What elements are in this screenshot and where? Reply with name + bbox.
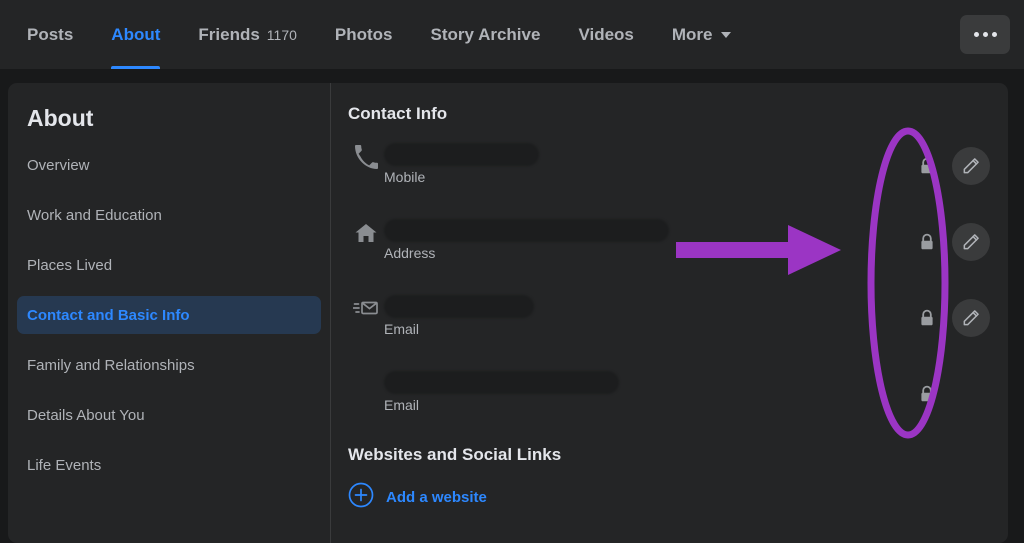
sidebar-title: About (27, 105, 94, 131)
tab-label: Posts (27, 24, 74, 44)
plus-circle-icon (348, 482, 374, 513)
contact-info-panel: Contact Info Mobile Address Email Email … (331, 83, 1008, 543)
redacted-value (384, 295, 534, 318)
sidebar-item-life-events[interactable]: Life Events (17, 446, 321, 484)
tab-story-archive[interactable]: Story Archive (412, 0, 560, 69)
sidebar-item-label: Overview (27, 156, 90, 174)
sidebar-item-label: Family and Relationships (27, 356, 195, 374)
contact-row-label: Email (384, 321, 420, 337)
lock-icon (918, 309, 936, 327)
tab-label: Videos (578, 24, 634, 44)
contact-row-email-2: Email (348, 369, 1008, 431)
edit-mobile-button[interactable] (952, 147, 990, 185)
lock-icon (918, 385, 936, 403)
sidebar-item-details-about-you[interactable]: Details About You (17, 396, 321, 434)
more-options-button[interactable] (960, 15, 1010, 54)
contact-value-email-2: Email (384, 369, 1008, 413)
sidebar-item-places-lived[interactable]: Places Lived (17, 246, 321, 284)
tab-videos[interactable]: Videos (559, 0, 652, 69)
contact-row-actions (918, 299, 990, 337)
contact-row-actions (918, 223, 990, 261)
ellipsis-icon (991, 32, 997, 37)
friends-count: 1170 (266, 26, 297, 43)
ellipsis-icon (973, 32, 979, 37)
home-icon (348, 217, 384, 245)
contact-row-label: Email (384, 397, 420, 413)
chevron-down-icon (720, 31, 731, 38)
contact-row-address: Address (348, 217, 1008, 293)
sidebar-item-label: Places Lived (27, 256, 113, 274)
contact-value-email-1: Email (384, 293, 1008, 337)
about-sidebar: About Overview Work and Education Places… (8, 83, 331, 543)
sidebar-item-label: Life Events (27, 456, 102, 474)
sidebar-item-overview[interactable]: Overview (17, 146, 321, 184)
contact-value-mobile: Mobile (384, 141, 1008, 185)
redacted-value (384, 143, 539, 166)
no-icon-placeholder (348, 369, 384, 373)
tab-about[interactable]: About (92, 0, 179, 69)
phone-icon (348, 141, 384, 169)
add-website-label: Add a website (386, 489, 487, 506)
contact-row-label: Address (384, 245, 436, 261)
tab-label: Friends (198, 24, 260, 44)
sidebar-item-family-and-relationships[interactable]: Family and Relationships (17, 346, 321, 384)
contact-row-mobile: Mobile (348, 141, 1008, 217)
sidebar-item-work-and-education[interactable]: Work and Education (17, 196, 321, 234)
lock-icon (918, 157, 936, 175)
tab-photos[interactable]: Photos (316, 0, 412, 69)
about-card: About Overview Work and Education Places… (8, 83, 1008, 543)
email-send-icon (348, 293, 384, 319)
ellipsis-icon (982, 32, 988, 37)
lock-icon (918, 233, 936, 251)
tab-friends[interactable]: Friends 1170 (179, 0, 316, 69)
tab-more[interactable]: More (653, 0, 750, 69)
sidebar-item-label: Contact and Basic Info (27, 306, 190, 324)
contact-row-actions (918, 375, 990, 413)
contact-row-email-1: Email (348, 293, 1008, 369)
sidebar-item-label: Work and Education (27, 206, 162, 224)
contact-row-actions (918, 147, 990, 185)
profile-tab-bar: Posts About Friends 1170 Photos Story Ar… (0, 0, 1024, 69)
tab-label: About (111, 24, 161, 44)
tab-label: Photos (334, 24, 393, 44)
edit-placeholder (952, 375, 990, 413)
sidebar-item-contact-and-basic-info[interactable]: Contact and Basic Info (17, 296, 321, 334)
websites-and-social-links-title: Websites and Social Links (348, 445, 562, 464)
add-website-row[interactable]: Add a website (348, 482, 1008, 513)
contact-row-label: Mobile (384, 169, 426, 185)
edit-email-1-button[interactable] (952, 299, 990, 337)
redacted-value (384, 219, 669, 242)
tab-label: Story Archive (430, 24, 541, 44)
contact-info-title: Contact Info (348, 104, 448, 123)
sidebar-item-label: Details About You (27, 406, 145, 424)
contact-value-address: Address (384, 217, 1008, 261)
tab-label: More (671, 24, 713, 44)
tab-posts[interactable]: Posts (8, 0, 92, 69)
redacted-value (384, 371, 619, 394)
tab-list: Posts About Friends 1170 Photos Story Ar… (8, 0, 960, 69)
edit-address-button[interactable] (952, 223, 990, 261)
